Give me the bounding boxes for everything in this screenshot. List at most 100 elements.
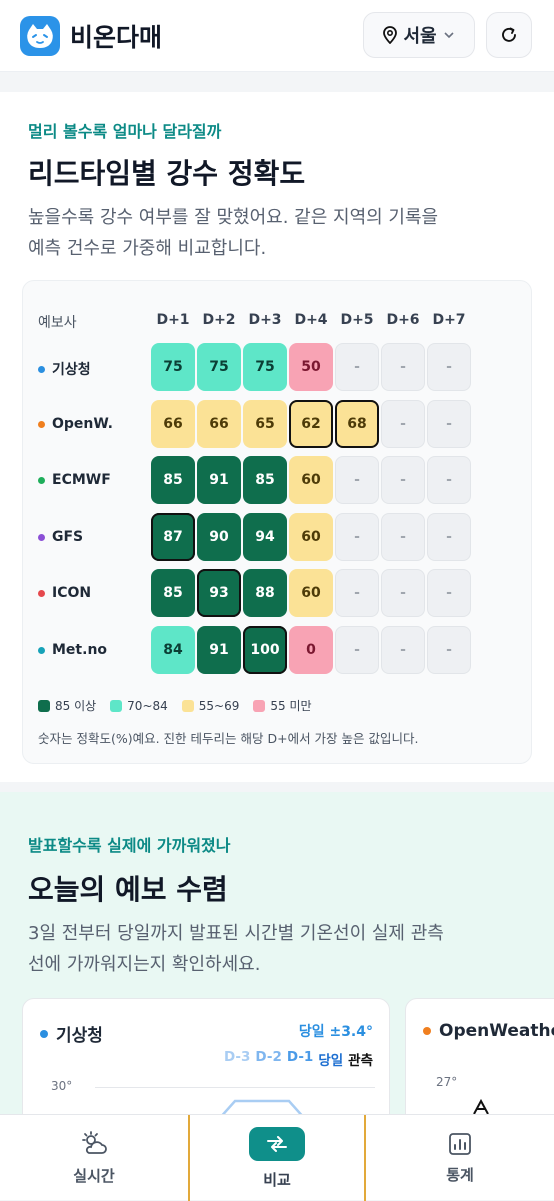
- accuracy-cell: 91: [197, 456, 241, 504]
- provider-name-label: 기상청: [56, 1026, 103, 1046]
- provider-name: 기상청: [52, 362, 91, 378]
- nav-item-stats[interactable]: 통계: [366, 1115, 554, 1201]
- legend-swatch: [181, 699, 194, 712]
- accuracy-cell: -: [381, 569, 425, 617]
- convergence-section: 발표할수록 실제에 가까워졌나 오늘의 예보 수렴 3일 전부터 당일까지 발표…: [0, 792, 554, 1138]
- provider-dot: [40, 1029, 48, 1038]
- description-line: 선에 가까워지는지 확인하세요.: [28, 954, 261, 975]
- accuracy-cell: 85: [151, 456, 195, 504]
- accuracy-cell: -: [381, 343, 425, 391]
- app-header: 비온다매 서울: [0, 0, 554, 72]
- app-logo-icon: [20, 15, 60, 56]
- mountain-marker-icon: [473, 1099, 489, 1115]
- section-eyebrow: 멀리 볼수록 얼마나 달라질까: [28, 122, 222, 141]
- accuracy-cell: -: [427, 343, 471, 391]
- bottom-navigation: 실시간 비교 통계: [0, 1114, 554, 1201]
- accuracy-cell: 84: [151, 626, 195, 674]
- delta-badge: 당일 ±3.4°: [298, 1024, 373, 1040]
- provider-dot: [423, 1027, 431, 1035]
- section-description: 높을수록 강수 여부를 잘 맞혔어요. 같은 지역의 기록을 예측 건수로 가중…: [28, 202, 528, 264]
- nav-item-realtime[interactable]: 실시간: [0, 1115, 188, 1201]
- accuracy-cell: 0: [289, 626, 333, 674]
- provider-column-header: 예보사: [38, 315, 77, 331]
- provider-name: ICON: [52, 585, 92, 601]
- location-label: 서울: [403, 26, 437, 47]
- refresh-icon: [502, 27, 516, 42]
- location-selector-button[interactable]: 서울: [363, 12, 475, 58]
- accuracy-cell: -: [427, 626, 471, 674]
- location-pin-icon: [383, 26, 398, 44]
- nav-label: 실시간: [73, 1166, 115, 1185]
- legend-today: 당일: [318, 1053, 344, 1069]
- provider-row-label: ICON: [38, 585, 91, 601]
- accuracy-cell: 68: [335, 400, 379, 448]
- legend-label: 85 이상: [55, 699, 97, 713]
- column-header-d7: D+7: [432, 312, 466, 328]
- accuracy-cell: 90: [197, 513, 241, 561]
- legend-d1: D-1: [286, 1049, 314, 1065]
- legend-swatch: [110, 699, 123, 712]
- accuracy-cell: 85: [151, 569, 195, 617]
- table-note: 숫자는 정확도(%)예요. 진한 테두리는 해당 D+에서 가장 높은 값입니다…: [38, 731, 419, 746]
- provider-name: 기상청: [40, 1021, 103, 1046]
- legend-label: 55 미만: [270, 699, 312, 713]
- accuracy-cell: 94: [243, 513, 287, 561]
- legend-d3: D-3: [223, 1049, 251, 1065]
- provider-row-label: Met.no: [38, 642, 107, 658]
- description-line: 예측 건수로 가중해 비교합니다.: [28, 238, 267, 259]
- chart-icon: [449, 1132, 471, 1155]
- legend-swatch: [38, 699, 50, 712]
- accuracy-cell: 60: [289, 456, 333, 504]
- series-legend: D-3 D-2 D-1 당일 관측: [224, 1049, 373, 1069]
- accuracy-cell: 66: [151, 400, 195, 448]
- section-description: 3일 전부터 당일까지 발표된 시간별 기온선이 실제 관측 선에 가까워지는지…: [28, 918, 528, 980]
- gridline: [95, 1087, 375, 1088]
- provider-name: Met.no: [52, 642, 108, 658]
- provider-dot: [38, 365, 45, 373]
- provider-name: OpenWeathe: [423, 1021, 554, 1041]
- accuracy-cell: -: [381, 456, 425, 504]
- provider-name: OpenW.: [52, 416, 114, 432]
- description-line: 3일 전부터 당일까지 발표된 시간별 기온선이 실제 관측: [28, 923, 444, 944]
- accuracy-table-card: 예보사 85 이상 70~84 55~69 55 미만 숫자는 정확도(%)예요. 진…: [22, 280, 532, 764]
- provider-dot: [38, 589, 45, 597]
- column-header-d5: D+5: [340, 312, 374, 328]
- accuracy-cell: -: [381, 513, 425, 561]
- legend-swatch: [253, 699, 266, 712]
- chevron-down-icon: [443, 32, 454, 39]
- sun-cloud-icon: [82, 1130, 107, 1154]
- accuracy-cell: -: [335, 456, 379, 504]
- accuracy-cell: 62: [289, 400, 333, 448]
- accuracy-cell: -: [381, 400, 425, 448]
- accuracy-cell: 60: [289, 569, 333, 617]
- accuracy-cell: -: [427, 400, 471, 448]
- provider-name: ECMWF: [52, 472, 111, 488]
- accuracy-cell: 93: [197, 569, 241, 617]
- compare-icon: [249, 1126, 305, 1161]
- provider-row-label: 기상청: [38, 359, 91, 379]
- accuracy-cell: 100: [243, 626, 287, 674]
- column-header-d3: D+3: [248, 312, 282, 328]
- accuracy-cell: 60: [289, 513, 333, 561]
- nav-label: 통계: [446, 1165, 474, 1184]
- accuracy-cell: -: [335, 569, 379, 617]
- accuracy-cell: 75: [151, 343, 195, 391]
- column-header-d2: D+2: [202, 312, 236, 328]
- section-title: 리드타임별 강수 정확도: [28, 157, 306, 190]
- nav-item-compare[interactable]: 비교: [188, 1115, 366, 1201]
- accuracy-cell: -: [427, 456, 471, 504]
- accuracy-cell: 91: [197, 626, 241, 674]
- legend-item: 55~69: [181, 697, 239, 714]
- column-header-d6: D+6: [386, 312, 420, 328]
- description-line: 높을수록 강수 여부를 잘 맞혔어요. 같은 지역의 기록을: [28, 207, 439, 228]
- accuracy-cell: -: [335, 343, 379, 391]
- provider-row-label: ECMWF: [38, 472, 111, 488]
- refresh-button[interactable]: [486, 12, 532, 58]
- provider-dot: [38, 646, 45, 654]
- section-eyebrow: 발표할수록 실제에 가까워졌나: [28, 836, 231, 855]
- legend-observed: 관측: [348, 1053, 373, 1069]
- accuracy-cell: -: [335, 513, 379, 561]
- provider-name-label: OpenWeathe: [439, 1021, 554, 1041]
- accuracy-cell: 87: [151, 513, 195, 561]
- legend-d2: D-2: [255, 1049, 282, 1065]
